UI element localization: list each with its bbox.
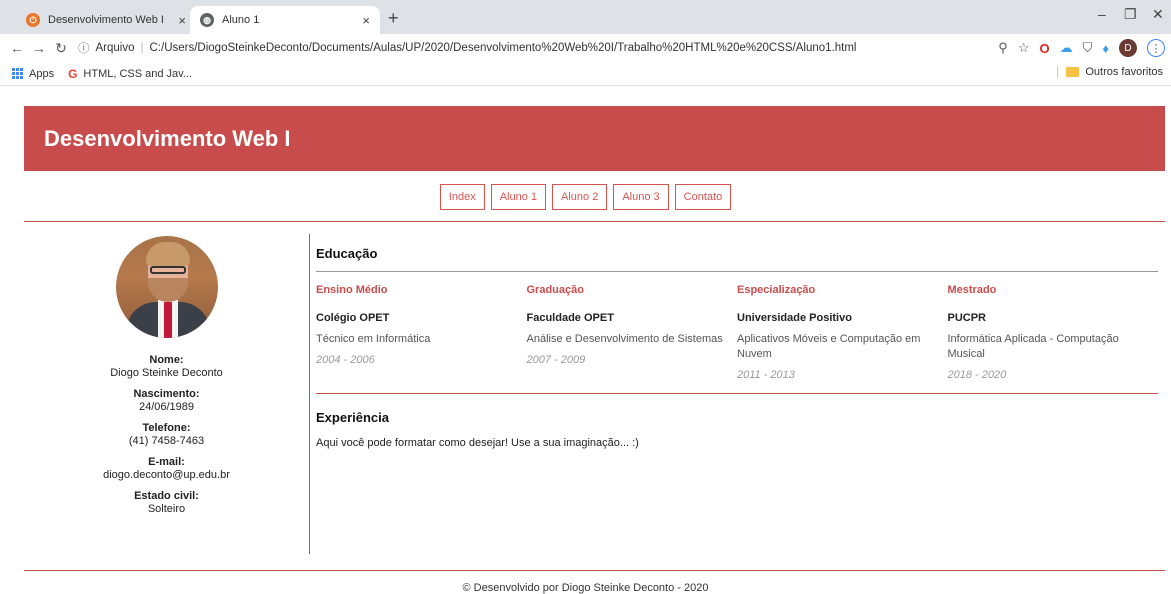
education-item: Mestrado PUCPR Informática Aplicada - Co… <box>948 284 1159 381</box>
field-value: Diogo Steinke Deconto <box>110 367 223 379</box>
close-icon[interactable]: × <box>362 13 370 28</box>
cloud-extension-icon[interactable]: ☁ <box>1060 40 1073 56</box>
education-level: Especialização <box>737 284 816 296</box>
graduation-extension-icon[interactable]: ♦ <box>1102 41 1109 56</box>
education-years: 2007 - 2009 <box>526 354 586 366</box>
divider: | <box>140 42 144 54</box>
site-nav: Index Aluno 1 Aluno 2 Aluno 3 Contato <box>0 184 1171 210</box>
field-value: Solteiro <box>147 503 186 515</box>
divider <box>24 570 1165 571</box>
site-header: Desenvolvimento Web I <box>24 106 1165 171</box>
profile-field-birth: Nascimento: 24/06/1989 <box>24 388 309 413</box>
profile-field-marital: Estado civil: Solteiro <box>24 490 309 515</box>
education-institution: Universidade Positivo <box>737 312 852 324</box>
education-item: Especialização Universidade Positivo Apl… <box>737 284 948 381</box>
zoom-icon[interactable]: ⚲ <box>998 40 1008 56</box>
menu-icon[interactable]: ⋮ <box>1147 39 1165 57</box>
education-institution: PUCPR <box>947 312 987 324</box>
url-text: C:/Users/DiogoSteinkeDeconto/Documents/A… <box>149 42 857 54</box>
forward-icon[interactable]: → <box>28 40 50 56</box>
folder-icon <box>1066 67 1080 77</box>
field-value: 24/06/1989 <box>138 401 195 413</box>
field-value: (41) 7458-7463 <box>128 435 205 447</box>
field-label: Nascimento: <box>133 388 200 400</box>
bookmark-label: HTML, CSS and Jav... <box>83 67 193 80</box>
profile-field-phone: Telefone: (41) 7458-7463 <box>24 422 309 447</box>
tab-aluno-1[interactable]: ◍ Aluno 1 × <box>190 6 380 34</box>
education-title: Educação <box>316 246 378 261</box>
profile-avatar[interactable]: D <box>1119 39 1137 57</box>
restore-icon[interactable]: ❐ <box>1124 6 1137 23</box>
education-course: Técnico em Informática <box>316 333 431 345</box>
web-page: Desenvolvimento Web I Index Aluno 1 Alun… <box>0 86 1171 594</box>
bookmarks-bar: Apps G HTML, CSS and Jav... Outros favor… <box>0 62 1171 86</box>
bookmark-apps[interactable]: Apps <box>12 68 54 80</box>
education-level: Mestrado <box>947 284 997 296</box>
divider <box>24 221 1165 222</box>
experience-text: Aqui você pode formatar como desejar! Us… <box>316 437 639 449</box>
education-list: Ensino Médio Colégio OPET Técnico em Inf… <box>316 284 1158 381</box>
education-course: Aplicativos Móveis e Computação em Nuvem <box>737 333 921 360</box>
education-years: 2011 - 2013 <box>737 369 795 381</box>
field-label: Nome: <box>149 354 184 366</box>
tab-strip: ⏻ Desenvolvimento Web I × ◍ Aluno 1 × + … <box>0 0 1171 34</box>
profile-field-email: E-mail: diogo.deconto@up.edu.br <box>24 456 309 481</box>
bookmark-label: Apps <box>29 67 55 80</box>
field-value: diogo.deconto@up.edu.br <box>103 469 230 481</box>
profile-photo <box>115 236 218 338</box>
reload-icon[interactable]: ↻ <box>50 40 72 57</box>
education-institution: Colégio OPET <box>316 312 390 324</box>
google-icon: G <box>68 66 78 81</box>
security-label: Arquivo <box>95 42 135 54</box>
bookmark-label: Outros favoritos <box>1085 66 1163 78</box>
bookmark-html-css[interactable]: G HTML, CSS and Jav... <box>68 67 192 81</box>
tab-label: Desenvolvimento Web I <box>48 14 164 26</box>
nav-link-aluno-3[interactable]: Aluno 3 <box>613 184 669 210</box>
new-tab-icon[interactable]: + <box>388 8 399 29</box>
vertical-divider <box>309 234 310 554</box>
nav-link-index[interactable]: Index <box>439 184 485 210</box>
divider <box>316 271 1158 272</box>
main-content: Educação Ensino Médio Colégio OPET Técni… <box>316 246 1158 449</box>
education-institution: Faculdade OPET <box>526 312 614 324</box>
browser-toolbar: ← → ↻ ⓘ Arquivo | C:/Users/DiogoSteinkeD… <box>0 34 1171 62</box>
education-course: Análise e Desenvolvimento de Sistemas <box>526 333 723 345</box>
back-icon[interactable]: ← <box>6 40 28 56</box>
site-footer: © Desenvolvido por Diogo Steinke Deconto… <box>462 582 709 594</box>
nav-link-contato[interactable]: Contato <box>674 184 732 210</box>
close-icon[interactable]: × <box>178 13 186 28</box>
experience-title: Experiência <box>316 410 389 425</box>
field-label: Estado civil: <box>134 490 199 502</box>
site-favicon-icon: ⏻ <box>26 13 40 27</box>
education-course: Informática Aplicada - Computação Musica… <box>947 333 1119 360</box>
nav-link-aluno-2[interactable]: Aluno 2 <box>552 184 608 210</box>
nav-link-aluno-1[interactable]: Aluno 1 <box>490 184 547 210</box>
profile-sidebar: Nome: Diogo Steinke Deconto Nascimento: … <box>24 236 309 524</box>
field-label: Telefone: <box>142 422 191 434</box>
apps-grid-icon <box>12 68 23 79</box>
address-bar[interactable]: ⓘ Arquivo | C:/Users/DiogoSteinkeDeconto… <box>78 37 990 59</box>
site-title: Desenvolvimento Web I <box>44 126 291 151</box>
field-label: E-mail: <box>148 456 185 468</box>
profile-field-name: Nome: Diogo Steinke Deconto <box>24 354 309 379</box>
globe-icon: ◍ <box>200 13 214 27</box>
education-years: 2018 - 2020 <box>947 369 1007 381</box>
tab-desenvolvimento-web[interactable]: ⏻ Desenvolvimento Web I × <box>16 6 196 34</box>
info-icon[interactable]: ⓘ <box>78 40 90 56</box>
bookmark-star-icon[interactable]: ☆ <box>1018 40 1030 56</box>
education-level: Ensino Médio <box>316 284 388 296</box>
window-close-icon[interactable]: ✕ <box>1152 6 1164 23</box>
opera-extension-icon[interactable]: O <box>1039 41 1049 56</box>
tab-label: Aluno 1 <box>222 14 260 26</box>
education-years: 2004 - 2006 <box>316 354 375 366</box>
divider <box>316 393 1158 394</box>
other-bookmarks[interactable]: Outros favoritos <box>1057 66 1163 78</box>
minimize-icon[interactable]: – <box>1098 6 1106 22</box>
shield-extension-icon[interactable]: ⛉ <box>1083 40 1093 56</box>
education-item: Ensino Médio Colégio OPET Técnico em Inf… <box>316 284 527 381</box>
education-item: Graduação Faculdade OPET Análise e Desen… <box>527 284 738 381</box>
education-level: Graduação <box>526 284 584 296</box>
